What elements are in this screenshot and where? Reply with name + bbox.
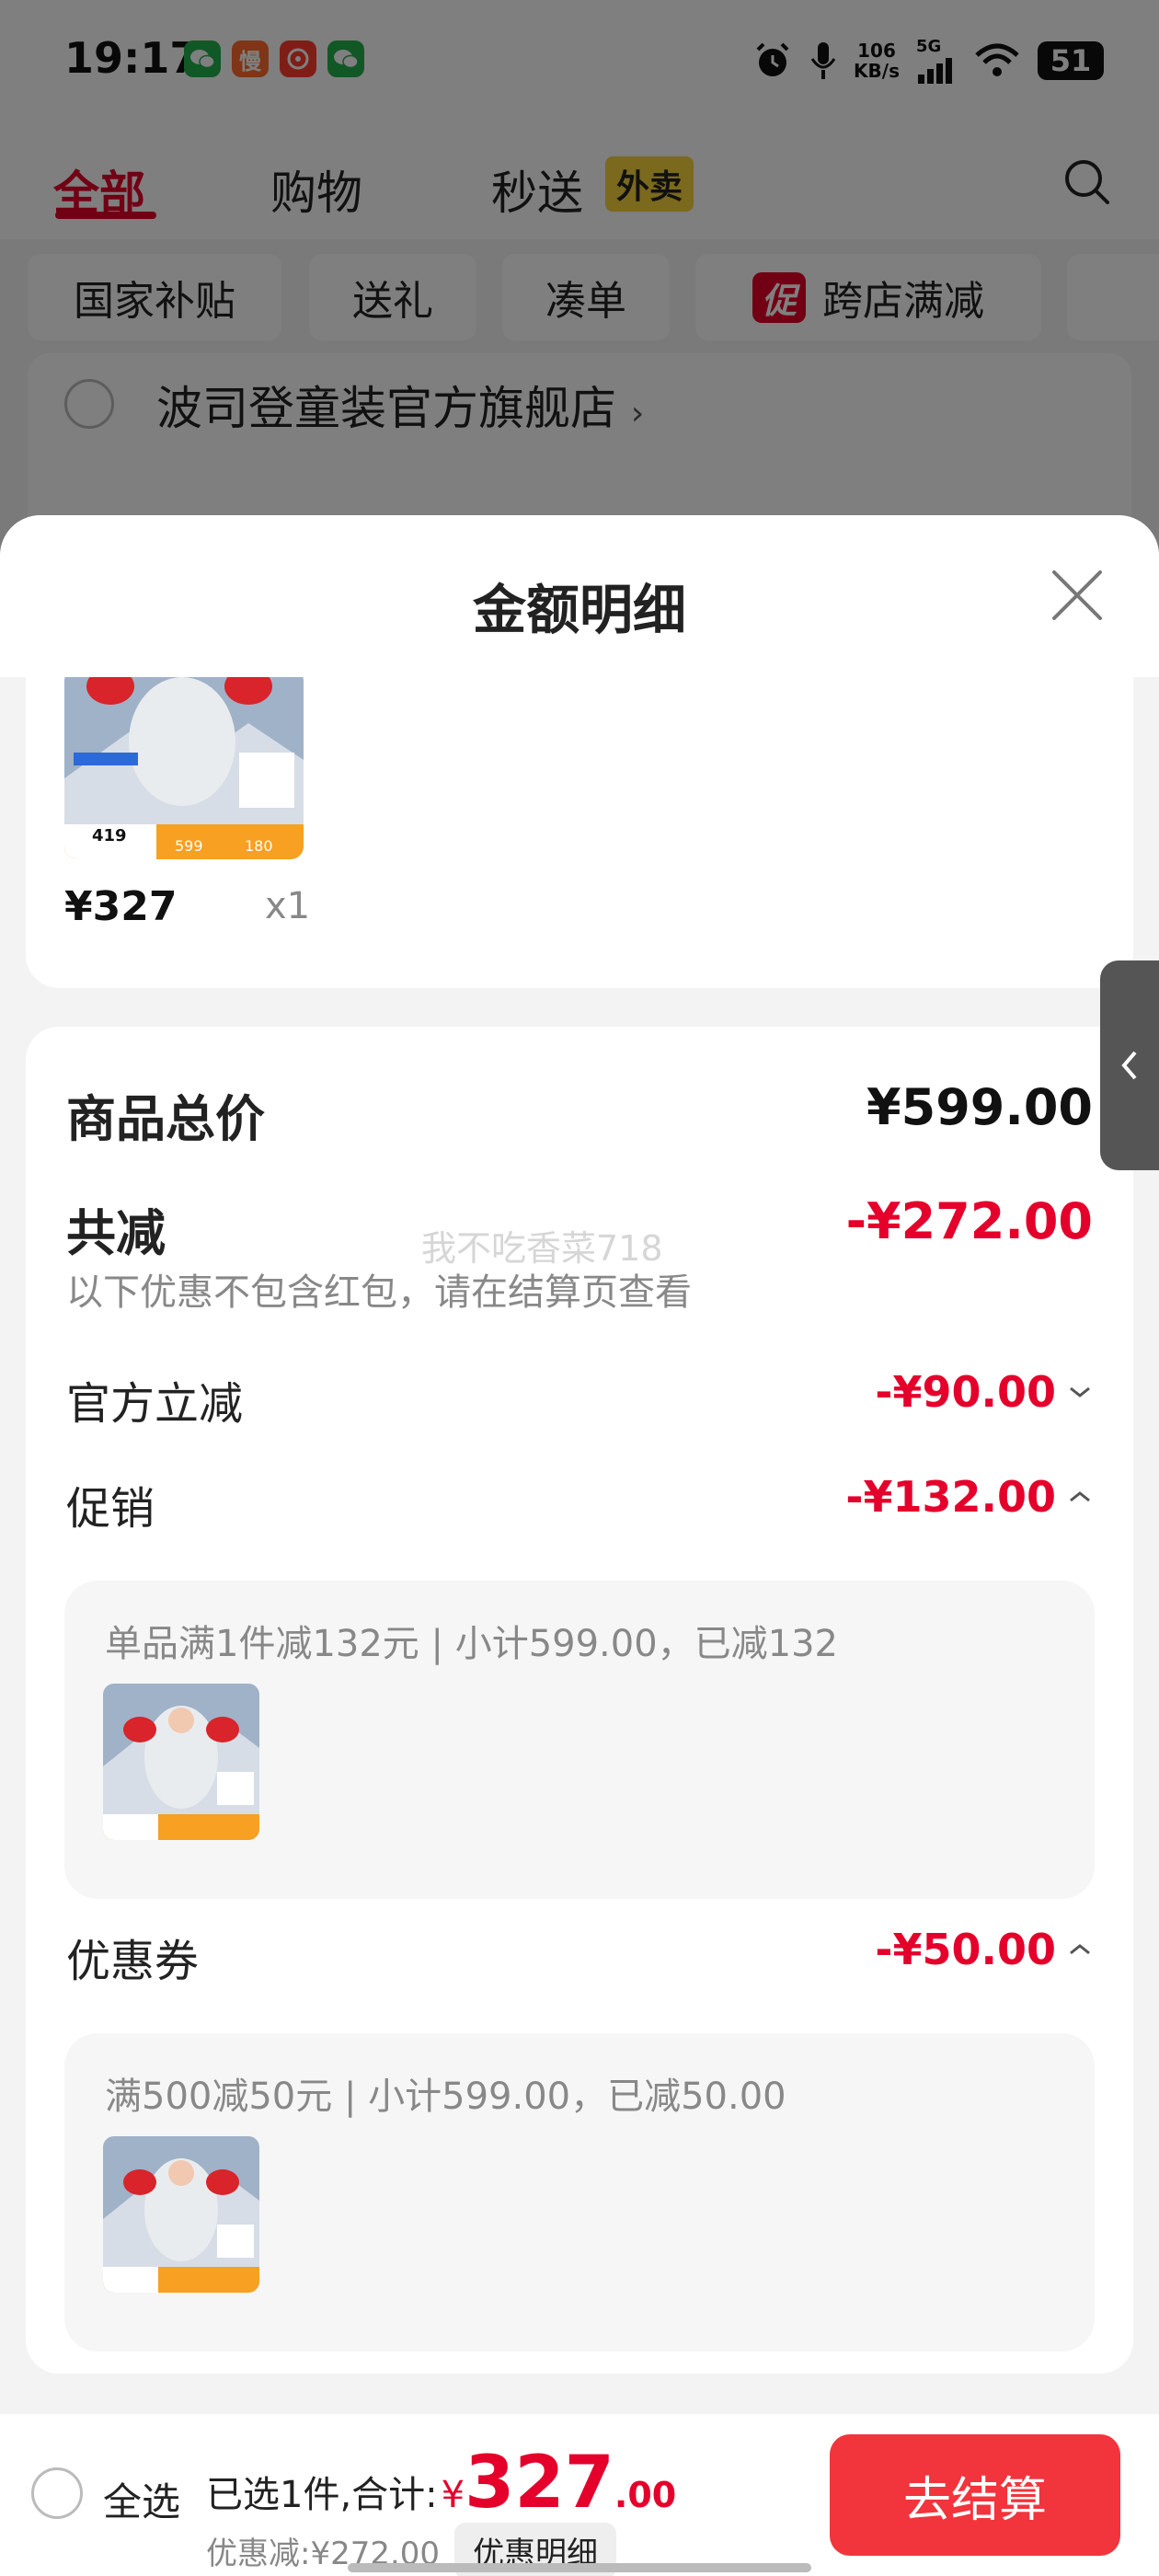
promo-row-toggle[interactable]: -¥132.00 [845,1472,1093,1522]
reduce-value: -¥272.00 [845,1192,1093,1250]
coupon-row-toggle[interactable]: -¥50.00 [875,1925,1093,1974]
reduce-label: 共减 [66,1204,166,1262]
total-decimal: .00 [614,2475,677,2515]
promo-detail-text: 单品满1件减132元 | 小计599.00，已减132 [105,1623,839,1665]
product-thumbnail[interactable]: 419 599 180 [64,677,304,859]
thumb-price-label: 419 [92,826,127,845]
watermark-text: 我不吃香菜718 [421,1228,663,1269]
total-value: ¥599.00 [866,1078,1093,1136]
promo-detail-box: 单品满1件减132元 | 小计599.00，已减132 [64,1581,1095,1899]
checkout-button[interactable]: 去结算 [830,2434,1120,2556]
selected-text: 已选1件,合计: [206,2474,438,2516]
thumb-tag-1: 599 [175,837,203,855]
coupon-product-thumbnail[interactable] [103,2136,259,2293]
select-all-label[interactable]: 全选 [103,2471,180,2527]
promo-label: 促销 [66,1483,155,1535]
chevron-left-icon [1121,1051,1137,1080]
chevron-up-icon [1070,1944,1090,1955]
total-label: 商品总价 [66,1090,265,1148]
total-integer: 327 [465,2442,614,2524]
chevron-down-icon [1070,1386,1090,1397]
official-value: -¥90.00 [875,1367,1056,1417]
currency-symbol: ¥ [441,2474,465,2516]
chevron-up-icon [1070,1491,1090,1502]
thumb-tag-2: 180 [245,837,273,855]
coupon-value: -¥50.00 [875,1925,1056,1974]
selected-total: 已选1件,合计: ¥ 327 .00 [206,2442,676,2524]
promo-value: -¥132.00 [845,1472,1056,1522]
official-row-toggle[interactable]: -¥90.00 [875,1367,1093,1417]
select-all-radio[interactable] [31,2467,83,2519]
product-quantity: x1 [265,885,311,927]
sheet-title: 金额明细 [472,579,686,641]
product-card: 419 599 180 ¥327 x1 [26,677,1133,988]
checkout-bar: 全选 已选1件,合计: ¥ 327 .00 优惠减:¥272.00 优惠明细 去… [0,2414,1159,2576]
official-label: 官方立减 [66,1378,244,1430]
coupon-detail-box: 满500减50元 | 小计599.00，已减50.00 [64,2033,1095,2352]
product-price: ¥327 [64,883,178,930]
amount-detail-sheet: 金额明细 419 599 180 ¥327 x1 商品总价 ¥599.00 共减… [0,515,1159,2576]
sheet-header: 金额明细 [0,515,1159,677]
side-drawer-handle[interactable] [1100,960,1159,1170]
coupon-detail-text: 满500减50元 | 小计599.00，已减50.00 [105,2076,786,2118]
close-icon[interactable] [1049,567,1106,624]
coupon-label: 优惠券 [66,1936,200,1987]
promo-product-thumbnail[interactable] [103,1684,259,1840]
home-indicator [348,2563,811,2572]
